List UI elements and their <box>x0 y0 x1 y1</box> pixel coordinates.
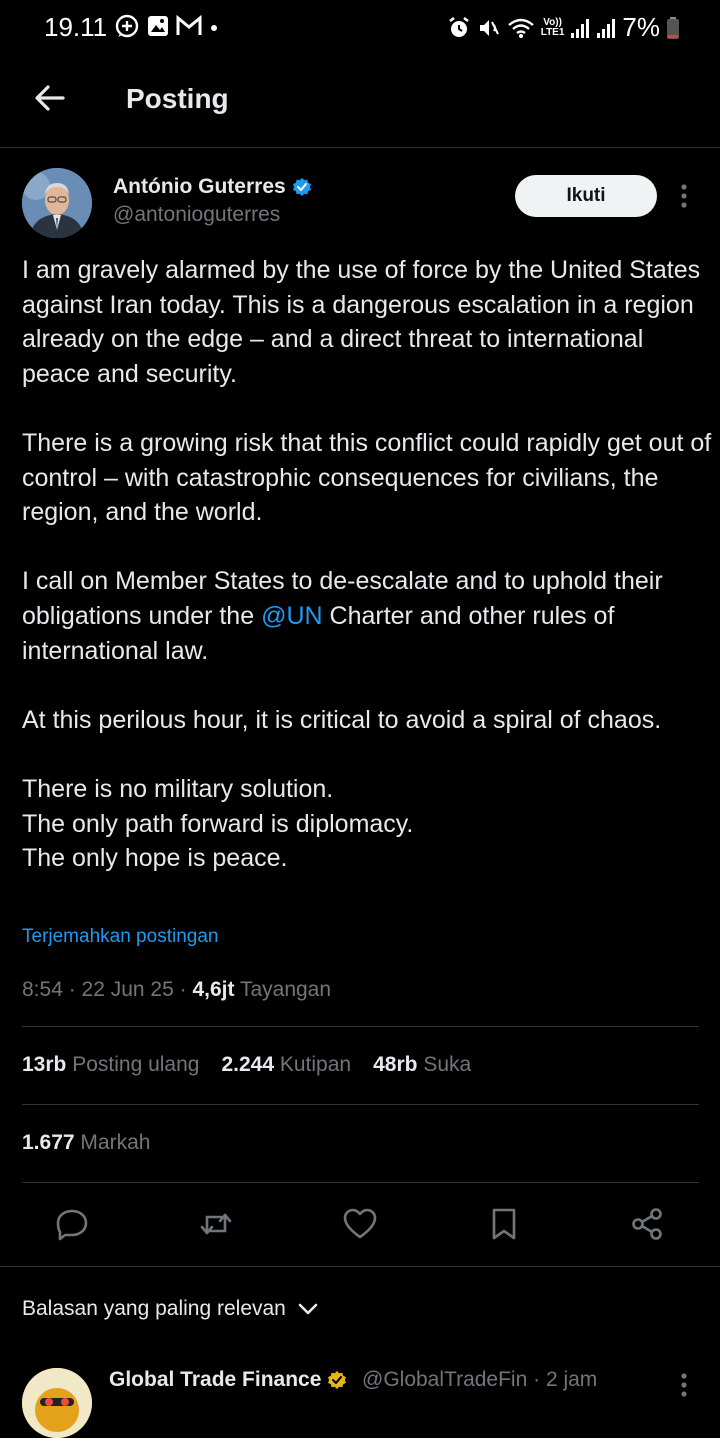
replies-sort-label: Balasan yang paling relevan <box>22 1297 286 1320</box>
post-time: 8:54 <box>22 978 63 1001</box>
notification-icons <box>114 13 220 39</box>
status-time: 19.11 <box>44 12 108 42</box>
volte-icon: Vo)) LTE1 <box>540 16 565 38</box>
wifi-icon <box>507 18 534 38</box>
reply-icon <box>56 1209 88 1241</box>
post-text: I am gravely alarmed by the use of force… <box>22 253 712 876</box>
top-app-bar: Posting <box>0 56 720 148</box>
reply-button[interactable] <box>54 1206 90 1242</box>
likes-stat[interactable]: 48rb Suka <box>373 1053 471 1077</box>
author-name: António Guterres <box>113 175 286 198</box>
gallery-icon <box>148 16 168 36</box>
post-paragraph: There is a growing risk that this confli… <box>22 428 712 527</box>
post-action-bar <box>0 1198 720 1250</box>
more-options-button[interactable] <box>674 180 694 214</box>
section-divider <box>0 1266 720 1267</box>
separator-dot: · <box>179 978 193 1001</box>
mention-link[interactable]: @UN <box>261 602 323 630</box>
whatsapp-status-icon <box>115 14 139 38</box>
divider <box>22 1026 699 1027</box>
separator-dot: · <box>533 1368 546 1391</box>
battery-percent: 7% <box>622 12 660 42</box>
quotes-label: Kutipan <box>279 1053 352 1076</box>
bookmarks-label: Markah <box>80 1131 151 1154</box>
reply-avatar[interactable] <box>22 1368 92 1438</box>
signal-icon <box>597 18 616 38</box>
author-photo <box>22 168 92 238</box>
alarm-icon <box>448 16 469 37</box>
author-handle[interactable]: @antonioguterres <box>113 203 280 227</box>
reply-author-handle[interactable]: @GlobalTradeFin <box>362 1368 527 1391</box>
bookmarks-stat: 1.677 Markah <box>22 1131 150 1155</box>
network-label: LTE1 <box>540 26 565 38</box>
likes-count: 48rb <box>373 1053 418 1076</box>
views-label[interactable]: Tayangan <box>240 978 331 1001</box>
author-name-row[interactable]: António Guterres <box>113 175 312 199</box>
arrow-left-icon <box>35 85 65 111</box>
like-button[interactable] <box>342 1206 378 1242</box>
post-date: 22 Jun 25 <box>81 978 174 1001</box>
divider <box>22 1104 699 1105</box>
follow-button[interactable]: Ikuti <box>515 175 657 217</box>
post-paragraph: I am gravely alarmed by the use of force… <box>22 256 701 388</box>
reply-avatar-image <box>22 1368 92 1438</box>
reposts-stat[interactable]: 13rb Posting ulang <box>22 1053 199 1077</box>
translate-post-link[interactable]: Terjemahkan postingan <box>22 926 218 948</box>
post-meta: 8:54 · 22 Jun 25 · 4,6jt Tayangan <box>22 978 331 1002</box>
system-icons: Vo)) LTE1 7% <box>447 12 680 43</box>
reply-handle-row: @GlobalTradeFin · 2 jam <box>362 1368 597 1392</box>
reposts-label: Posting ulang <box>72 1053 200 1076</box>
back-button[interactable] <box>32 80 68 116</box>
post-paragraph: There is no military solution. The only … <box>22 774 414 873</box>
author-avatar[interactable] <box>22 168 92 238</box>
post-paragraph: At this perilous hour, it is critical to… <box>22 705 662 734</box>
dot-icon <box>211 25 217 31</box>
verified-gold-badge-icon <box>328 1371 347 1389</box>
bookmarks-count: 1.677 <box>22 1131 75 1154</box>
likes-label: Suka <box>423 1053 472 1076</box>
reply-more-options-button[interactable] <box>674 1370 694 1400</box>
battery-icon <box>667 16 679 39</box>
more-vertical-icon <box>681 184 687 208</box>
reposts-count: 13rb <box>22 1053 67 1076</box>
reply-author-row[interactable]: Global Trade Finance <box>109 1368 347 1392</box>
bookmark-button[interactable] <box>486 1206 522 1242</box>
chevron-down-icon <box>298 1303 318 1315</box>
heart-icon <box>343 1208 377 1239</box>
views-count: 4,6jt <box>192 978 235 1001</box>
verified-badge-icon <box>292 178 311 196</box>
repost-button[interactable] <box>198 1206 234 1242</box>
share-icon <box>632 1208 662 1240</box>
bookmark-icon <box>492 1208 516 1240</box>
gmail-icon <box>176 15 202 35</box>
engagement-stats: 13rb Posting ulang 2.244 Kutipan 48rb Su… <box>22 1053 471 1077</box>
replies-sort-dropdown[interactable]: Balasan yang paling relevan <box>22 1297 318 1321</box>
quotes-count: 2.244 <box>221 1053 275 1076</box>
page-title: Posting <box>126 83 229 114</box>
status-bar: 19.11 Vo)) LTE1 7% <box>0 0 720 56</box>
signal-icon <box>571 18 590 38</box>
post-paragraph: I call on Member States to de-escalate a… <box>22 564 712 668</box>
more-vertical-icon <box>681 1373 687 1397</box>
quotes-stat[interactable]: 2.244 Kutipan <box>221 1053 351 1077</box>
reply-author-name: Global Trade Finance <box>109 1368 322 1391</box>
divider <box>22 1182 699 1183</box>
mute-icon <box>479 19 499 36</box>
repost-icon <box>200 1213 232 1235</box>
separator-dot: · <box>68 978 82 1001</box>
share-button[interactable] <box>630 1206 666 1242</box>
reply-time: 2 jam <box>545 1368 598 1391</box>
